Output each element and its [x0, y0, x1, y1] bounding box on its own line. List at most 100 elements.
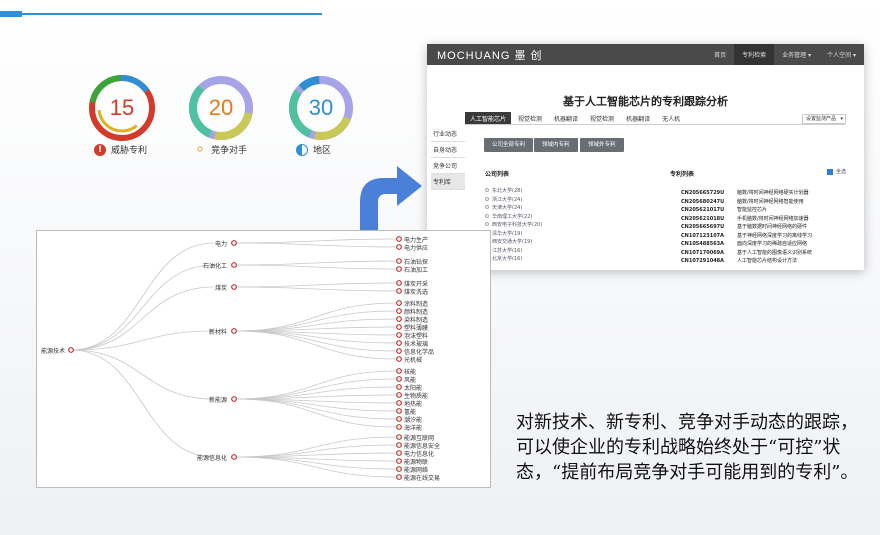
mindmap-root-node[interactable]: [68, 347, 74, 353]
mindmap-leaf-node[interactable]: [396, 300, 402, 306]
patent-list-item[interactable]: CN107123107A 基于神经网络深度学习的离线学习: [681, 232, 812, 239]
mindmap-leaf-node[interactable]: [396, 340, 402, 346]
company-name: 清华大学(19): [492, 230, 523, 237]
company-name: 浙江大学(24): [492, 196, 523, 203]
page-title: 基于人工智能芯片的专利跟踪分析: [563, 95, 728, 108]
mindmap-leaf-node[interactable]: [396, 288, 402, 294]
mindmap-branch-node[interactable]: [231, 396, 237, 402]
curved-arrow-icon: [360, 166, 422, 235]
patent-title: 人工智能芯片结构设计方法: [737, 258, 798, 264]
mindmap-branch-node[interactable]: [231, 240, 237, 246]
side-item-industry[interactable]: 行业动态: [431, 126, 465, 142]
side-item-self[interactable]: 自身动态: [431, 142, 465, 158]
radio-icon: [485, 205, 489, 209]
patent-list-item[interactable]: CN205621018U 手机脑数/将时间神经网络加速器: [681, 215, 809, 222]
mindmap-leaf-node[interactable]: [396, 434, 402, 440]
brand-logo[interactable]: MOCHUANG 墨 创: [437, 47, 543, 63]
mindmap-leaf-node[interactable]: [396, 280, 402, 286]
mindmap-leaf-label: 电力供应: [404, 245, 429, 252]
nav-patent-search[interactable]: 专利检索: [734, 44, 775, 65]
mindmap-leaf-node[interactable]: [396, 376, 402, 382]
mindmap-leaf-node[interactable]: [396, 368, 402, 374]
mindmap-branch-node[interactable]: [231, 454, 237, 460]
mindmap-leaf-node[interactable]: [396, 308, 402, 314]
patent-list-item[interactable]: CN107170069A 基于人工智能的图像语义识别系统: [681, 249, 812, 256]
radio-icon: [485, 213, 489, 218]
mindmap-leaf-node[interactable]: [396, 416, 402, 422]
radio-icon: [485, 196, 489, 201]
description-text: 对新技术、新专利、竞争对手动态的跟踪，可以使企业的专利战略始终处于“可控”状态，…: [516, 412, 859, 483]
out-domain-button[interactable]: 领域外专利: [580, 138, 624, 152]
mindmap-link: [233, 398, 398, 420]
select-all-checkbox[interactable]: 全选: [826, 168, 846, 175]
region-donut: 30: [285, 72, 357, 144]
mindmap-leaf-node[interactable]: [396, 474, 402, 480]
mindmap-leaf-node[interactable]: [396, 244, 402, 250]
mindmap-leaf-node[interactable]: [396, 392, 402, 398]
patent-list-item[interactable]: CN205665697U 基于脑数据时间神经网络的硬件: [681, 223, 807, 230]
nav-home[interactable]: 首页: [706, 44, 734, 65]
patent-list-item[interactable]: CN205621017U 智能监控芯片: [681, 206, 767, 213]
mindmap-leaf-node[interactable]: [396, 316, 402, 322]
mindmap-leaf-node[interactable]: [396, 384, 402, 390]
mindmap-leaf-node[interactable]: [396, 424, 402, 430]
nav-business[interactable]: 业务管理 ▾: [774, 44, 819, 65]
mindmap-leaf-node[interactable]: [396, 400, 402, 406]
mindmap-leaf-label: 能源在线交易: [404, 475, 441, 482]
company-list-item[interactable]: 东北大学(28): [485, 187, 522, 194]
mindmap-leaf-node[interactable]: [396, 450, 402, 456]
company-list-item[interactable]: 西安交通大学(19): [485, 238, 532, 245]
mindmap-branch-node[interactable]: [231, 262, 237, 268]
company-name: 华南理工大学(22): [492, 213, 533, 220]
mindmap-link: [70, 264, 215, 351]
region-count: 30: [308, 95, 334, 120]
nav-personal[interactable]: 个人空间 ▾: [819, 44, 864, 65]
patent-number: CN205680247U: [681, 198, 725, 205]
side-item-competitors[interactable]: 竞争公司: [431, 158, 465, 174]
company-list-item[interactable]: 华南理工大学(22): [485, 213, 532, 220]
company-name: 西安交通大学(19): [492, 239, 533, 245]
app-window: MOCHUANG 墨 创 首页 专利检索 业务管理 ▾ 个人空间 ▾ 基于人工智…: [427, 44, 864, 270]
side-item-patent-lib[interactable]: 专利库: [431, 174, 465, 190]
mindmap-branch-node[interactable]: [231, 328, 237, 334]
mindmap-link: [233, 436, 398, 458]
mindmap-leaf-node[interactable]: [396, 332, 402, 338]
company-name: 东北大学(28): [492, 188, 523, 194]
mindmap-leaf-node[interactable]: [396, 258, 402, 264]
mindmap-leaf-node[interactable]: [396, 236, 402, 242]
mindmap-branch-node[interactable]: [231, 284, 237, 290]
patent-list-item[interactable]: CN105488563A 面向深度学习的稀疏自适应网络: [681, 240, 807, 247]
patent-title: 智能监控芯片: [737, 207, 768, 213]
company-list-item[interactable]: 浙江大学(24): [485, 196, 522, 203]
all-patents-button[interactable]: 公司全部专利: [484, 138, 534, 152]
mindmap-branch-label: 石油化工: [202, 263, 227, 270]
app-header: MOCHUANG 墨 创 首页 专利检索 业务管理 ▾ 个人空间 ▾: [427, 44, 864, 65]
mindmap-link: [233, 286, 398, 292]
in-domain-button[interactable]: 领域内专利: [534, 138, 578, 152]
mindmap-leaf-node[interactable]: [396, 466, 402, 472]
mindmap-leaf-node[interactable]: [396, 442, 402, 448]
patent-list-item[interactable]: CN205680247U 脑数/将时间神经网络智能使用: [681, 198, 804, 205]
competitor-label: 竞争对手: [211, 146, 248, 156]
threat-patent-caption: ! 威胁专利: [94, 143, 147, 156]
mindmap-leaf-node[interactable]: [396, 324, 402, 330]
monitor-product-select[interactable]: 设置监测产品 ▾: [802, 114, 846, 124]
mindmap-leaf-node[interactable]: [396, 348, 402, 354]
radio-icon: [485, 222, 489, 226]
threat-patent-label: 威胁专利: [111, 146, 148, 156]
mindmap-link: [233, 264, 398, 270]
mindmap-leaf-label: 石油加工: [404, 267, 429, 274]
mindmap-leaf-node[interactable]: [396, 408, 402, 414]
mindmap-leaf-node[interactable]: [396, 266, 402, 272]
company-list-item[interactable]: 西安电子科技大学(20): [485, 221, 542, 228]
company-name: 北京大学(16): [492, 256, 523, 262]
competitor-count: 20: [208, 95, 234, 120]
patent-list-item[interactable]: CN107291048A 人工智能芯片结构设计方法: [681, 257, 797, 264]
patent-list-item[interactable]: CN205665729U 脑数/将时间神经网络硬实计划器: [681, 189, 809, 196]
competitor-donut: 20: [185, 72, 257, 144]
company-list-item[interactable]: 天津大学(24): [485, 204, 522, 211]
mindmap-leaf-node[interactable]: [396, 458, 402, 464]
patent-number: CN205621017U: [681, 207, 725, 213]
mindmap-leaf-node[interactable]: [396, 356, 402, 362]
mindmap-leaf-label: 煤炭洗选: [404, 289, 429, 296]
